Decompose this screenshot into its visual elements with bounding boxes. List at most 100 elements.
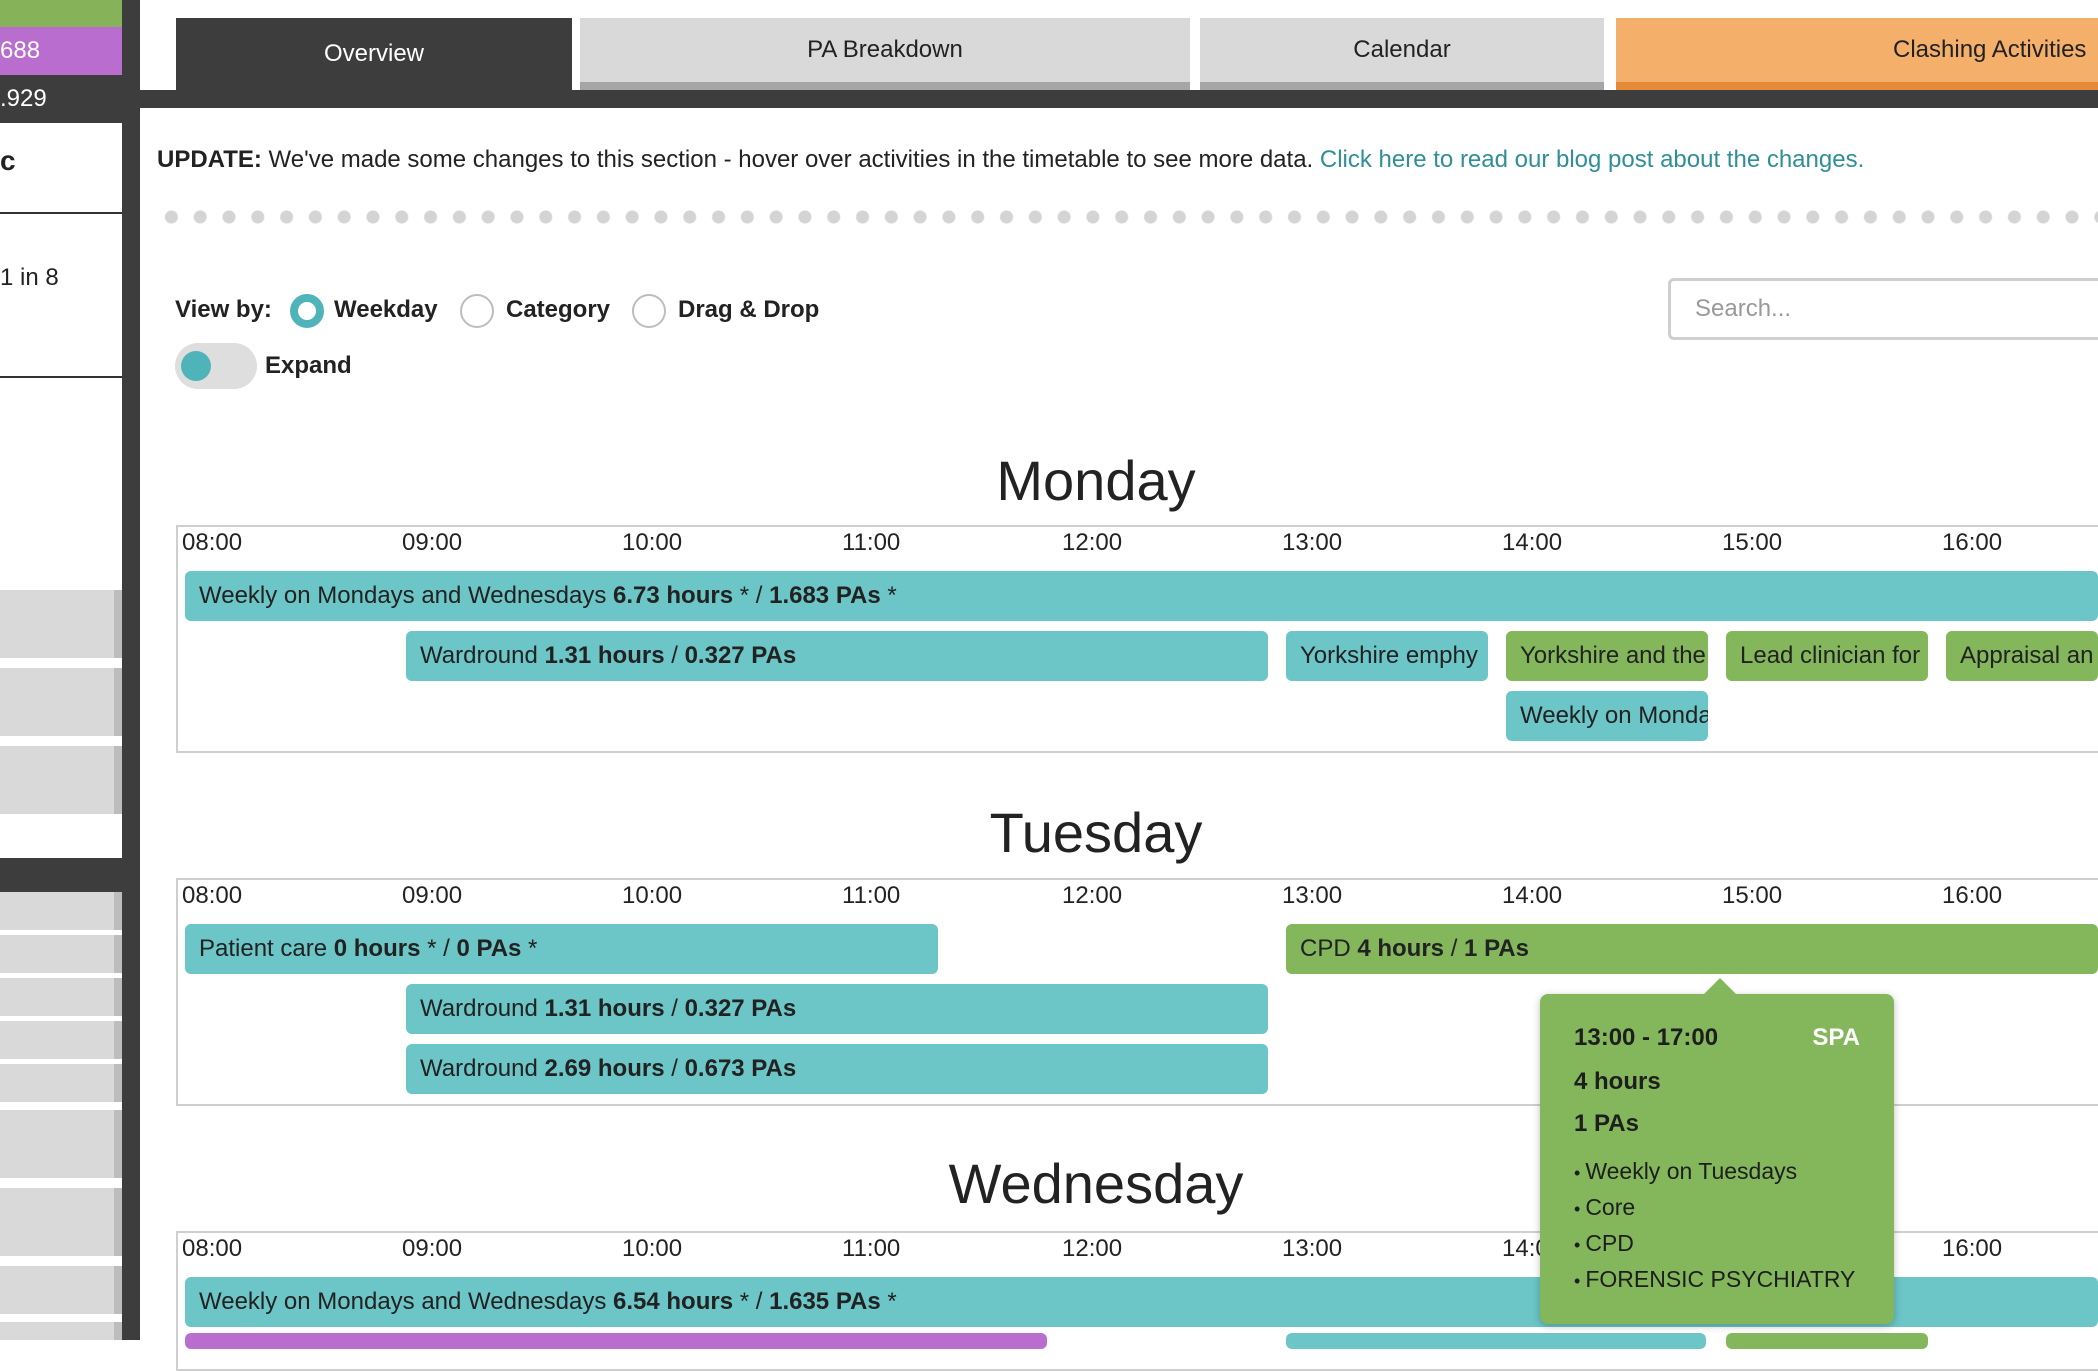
activity-name: Lead clinician for <box>1740 642 1921 669</box>
time-tick: 08:00 <box>182 1235 243 1262</box>
activity-bar[interactable]: Yorkshire and the <box>1506 631 1708 681</box>
activity-pas: 0.327 PAs <box>684 642 797 669</box>
activity-bar[interactable]: CPD 4 hours / 1 PAs <box>1286 924 2098 974</box>
sidebar-item[interactable] <box>0 1188 122 1256</box>
activity-bar[interactable]: Yorkshire emphy <box>1286 631 1488 681</box>
sidebar-dark-value: .929 <box>0 75 122 123</box>
update-message: We've made some changes to this section … <box>261 146 1320 173</box>
activity-bar[interactable]: Wardround 2.69 hours / 0.673 PAs <box>406 1044 1268 1094</box>
tab-bar: Overview PA Breakdown Calendar Clashing … <box>140 0 2098 108</box>
sidebar-item[interactable] <box>0 1110 122 1178</box>
activity-hours: 4 hours <box>1357 935 1445 962</box>
sidebar-item[interactable] <box>0 590 122 658</box>
time-tick: 13:00 <box>1282 1235 1343 1262</box>
time-tick: 10:00 <box>622 882 683 909</box>
expand-toggle[interactable] <box>175 343 257 389</box>
search-input[interactable] <box>1668 278 2098 340</box>
tooltip-detail-item: CPD <box>1574 1226 1855 1262</box>
day-title: Wednesday <box>948 1152 1244 1215</box>
activity-hours-mark <box>665 1055 672 1082</box>
time-tick: 14:00 <box>1502 529 1563 556</box>
tab-clashing-activities[interactable]: Clashing Activities <box>1616 18 2098 90</box>
activity-pas: 1.635 PAs <box>769 1288 881 1315</box>
activity-name: Wardround <box>420 642 538 669</box>
time-tick: 08:00 <box>182 529 243 556</box>
activity-bar[interactable]: Appraisal an <box>1946 631 2098 681</box>
update-prefix: UPDATE: <box>157 146 262 173</box>
time-tick: 09:00 <box>402 529 463 556</box>
sidebar-green-strip <box>0 0 122 27</box>
day-title: Monday <box>996 449 1196 512</box>
radio-weekday-label[interactable]: Weekday <box>334 296 438 324</box>
activity-bar[interactable]: Lead clinician for <box>1726 631 1928 681</box>
sidebar-item[interactable] <box>0 746 122 814</box>
sidebar-heading: c <box>0 145 16 176</box>
activity-name: Weekly on Mondays and Wednesdays <box>199 582 607 609</box>
activity-bar[interactable]: Wardround 1.31 hours / 0.327 PAs <box>406 631 1268 681</box>
activity-hours: 6.54 hours <box>613 1288 734 1315</box>
tooltip-detail-item: Weekly on Tuesdays <box>1574 1154 1855 1190</box>
activity-bar[interactable]: Wardround 1.31 hours / 0.327 PAs <box>406 984 1268 1034</box>
time-tick: 11:00 <box>842 882 901 909</box>
radio-category-label[interactable]: Category <box>506 296 610 324</box>
sidebar-divider <box>0 376 122 378</box>
tab-pa-breakdown[interactable]: PA Breakdown <box>580 18 1190 90</box>
activity-pas: 0 PAs <box>456 935 522 962</box>
activity-name: Wardround <box>420 1055 538 1082</box>
sidebar-item[interactable] <box>0 668 122 736</box>
activity-hours: 2.69 hours <box>544 1055 665 1082</box>
activity-bar[interactable]: Patient care 0 hours * / 0 PAs * <box>185 924 938 974</box>
activity-pas-mark: * <box>880 582 897 609</box>
activity-pas-mark: * <box>880 1288 897 1315</box>
time-tick: 12:00 <box>1062 882 1123 909</box>
tooltip-time: 13:00 - 17:00 <box>1574 1024 1719 1051</box>
sidebar-item[interactable] <box>0 1322 122 1340</box>
time-tick: 09:00 <box>402 1235 463 1262</box>
expand-label: Expand <box>265 352 352 379</box>
time-tick: 15:00 <box>1722 529 1783 556</box>
toggle-knob <box>181 351 211 381</box>
tooltip-detail-item: FORENSIC PSYCHIATRY <box>1574 1262 1855 1298</box>
activity-name: Appraisal an <box>1960 642 2094 669</box>
tooltip-type: SPA <box>1812 1024 1860 1051</box>
time-tick: 13:00 <box>1282 882 1343 909</box>
activity-name: Weekly on Monda <box>1520 702 1708 729</box>
sidebar-item[interactable] <box>0 1021 122 1059</box>
radio-category[interactable] <box>460 294 494 328</box>
activity-bar[interactable] <box>1726 1333 1928 1349</box>
activity-pas: 1.683 PAs <box>769 582 881 609</box>
sidebar: 688 .929 c 1 in 8 <box>0 0 122 1340</box>
sidebar-item[interactable] <box>0 978 122 1016</box>
activity-tooltip: 13:00 - 17:00 SPA 4 hours 1 PAs Weekly o… <box>1540 978 1894 1324</box>
time-tick: 09:00 <box>402 882 463 909</box>
time-tick: 16:00 <box>1942 529 2003 556</box>
activity-pas-mark: * <box>521 935 538 962</box>
activity-hours-mark <box>665 642 672 669</box>
time-tick: 08:00 <box>182 882 243 909</box>
activity-bar[interactable] <box>1286 1333 1706 1349</box>
activity-pas: 0.327 PAs <box>684 995 797 1022</box>
time-tick: 16:00 <box>1942 882 2003 909</box>
time-tick: 12:00 <box>1062 1235 1123 1262</box>
tab-overview[interactable]: Overview <box>176 18 572 90</box>
sidebar-item[interactable] <box>0 1064 122 1102</box>
sidebar-item[interactable] <box>0 1266 122 1314</box>
sidebar-item[interactable] <box>0 892 122 930</box>
blog-post-link[interactable]: Click here to read our blog post about t… <box>1320 146 1864 173</box>
activity-bar[interactable] <box>185 1333 1047 1349</box>
radio-drag-drop[interactable] <box>632 294 666 328</box>
radio-drag-drop-label[interactable]: Drag & Drop <box>678 296 819 324</box>
activity-name: Yorkshire and the <box>1520 642 1706 669</box>
radio-weekday[interactable] <box>290 294 324 328</box>
tooltip-detail-item: Core <box>1574 1190 1855 1226</box>
day-title: Tuesday <box>989 801 1203 864</box>
time-tick: 10:00 <box>622 529 683 556</box>
activity-hours-mark <box>665 995 672 1022</box>
activity-name: Yorkshire emphy <box>1300 642 1478 669</box>
activity-hours-mark: * <box>420 935 444 962</box>
activity-bar[interactable]: Weekly on Monda <box>1506 691 1708 741</box>
activity-bar[interactable]: Weekly on Mondays and Wednesdays 6.73 ho… <box>185 571 2098 621</box>
tab-calendar[interactable]: Calendar <box>1200 18 1604 90</box>
time-tick: 13:00 <box>1282 529 1343 556</box>
sidebar-item[interactable] <box>0 935 122 973</box>
